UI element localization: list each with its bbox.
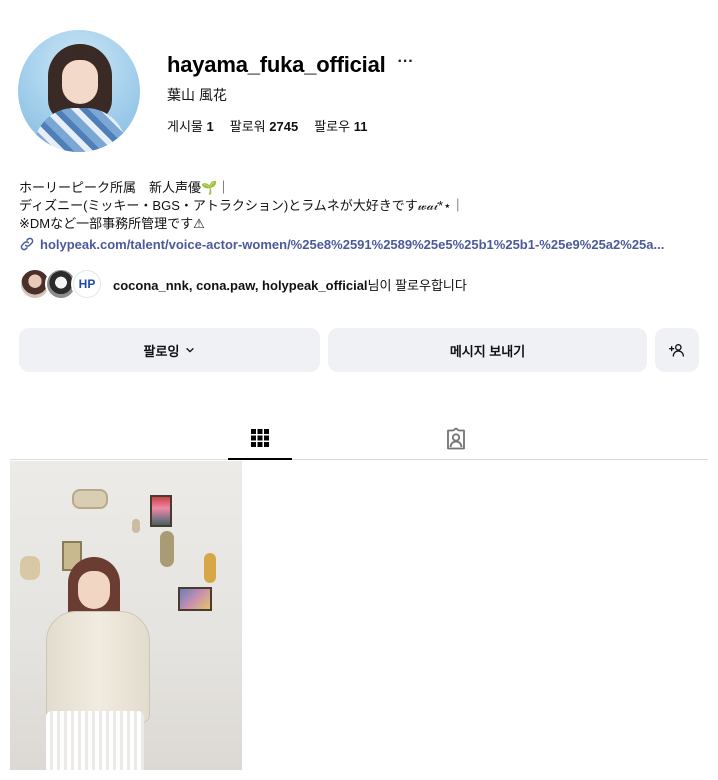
stat-following[interactable]: 팔로우 11	[314, 116, 367, 135]
chevron-down-icon	[186, 348, 195, 353]
add-user-icon	[669, 344, 684, 357]
person-skirt	[46, 711, 144, 770]
profile-link[interactable]: holypeak.com/talent/voice-actor-women/%2…	[19, 236, 709, 252]
stat-posts-label: 게시물	[167, 119, 203, 134]
tab-posts[interactable]	[228, 418, 292, 460]
profile-avatar[interactable]	[18, 30, 140, 152]
stat-posts: 게시물 1	[167, 116, 214, 135]
stat-followers[interactable]: 팔로워 2745	[230, 116, 298, 135]
followed-by-text: cocona_nnk, cona.paw, holypeak_official님…	[113, 275, 467, 294]
bio: ホーリーピーク所属 新人声優🌱｜ ディズニー(ミッキー・BGS・アトラクション)…	[19, 179, 464, 233]
wall-decoration	[72, 489, 108, 509]
wall-decoration	[160, 531, 174, 567]
person-jacket	[46, 611, 150, 723]
message-button[interactable]: 메시지 보내기	[328, 328, 647, 372]
followed-by-names[interactable]: cocona_nnk, cona.paw, holypeak_official	[113, 278, 368, 293]
avatar-face	[62, 60, 98, 104]
profile-stats: 게시물 1 팔로워 2745 팔로우 11	[167, 116, 367, 135]
full-name: 葉山 風花	[167, 87, 227, 103]
profile-link-text[interactable]: holypeak.com/talent/voice-actor-women/%2…	[40, 237, 664, 252]
wall-decoration	[20, 556, 40, 580]
stat-following-label: 팔로우	[314, 119, 351, 134]
tab-tagged[interactable]	[424, 418, 488, 460]
avatar-shirt	[34, 108, 126, 152]
username-row: hayama_fuka_official ···	[167, 52, 414, 78]
stat-following-value: 11	[353, 119, 368, 134]
bio-line: ディズニー(ミッキー・BGS・アトラクション)とラムネが大好きです𝓌𝒶𝒾*⋆｜	[19, 198, 465, 213]
stat-followers-value: 2745	[269, 119, 299, 134]
follower-avatar-logo[interactable]: HP	[71, 268, 103, 300]
more-icon[interactable]: ···	[398, 54, 414, 70]
profile-tabs	[10, 418, 708, 460]
following-button[interactable]: 팔로잉	[19, 328, 320, 372]
message-label: 메시지 보내기	[449, 343, 526, 359]
wall-decoration	[132, 519, 140, 533]
followed-by-suffix: 님이 팔로우합니다	[367, 277, 467, 293]
grid-icon	[251, 429, 269, 447]
username: hayama_fuka_official	[167, 52, 386, 77]
stat-followers-label: 팔로워	[229, 119, 266, 134]
bio-line: ※DMなど一部事務所管理です⚠	[19, 216, 205, 231]
wall-painting	[178, 587, 212, 611]
wall-decoration	[204, 553, 216, 583]
link-icon	[20, 237, 34, 251]
following-label: 팔로잉	[143, 343, 180, 359]
followed-by-row[interactable]: HP cocona_nnk, cona.paw, holypeak_offici…	[19, 268, 467, 300]
tagged-icon	[447, 427, 465, 450]
post-thumbnail[interactable]	[10, 461, 242, 770]
add-user-button[interactable]	[655, 328, 699, 372]
person-face	[78, 571, 110, 609]
wall-painting	[150, 495, 172, 527]
follower-logo-text: HP	[78, 277, 96, 291]
stat-posts-value: 1	[206, 119, 214, 134]
bio-line: ホーリーピーク所属 新人声優🌱｜	[19, 180, 231, 195]
